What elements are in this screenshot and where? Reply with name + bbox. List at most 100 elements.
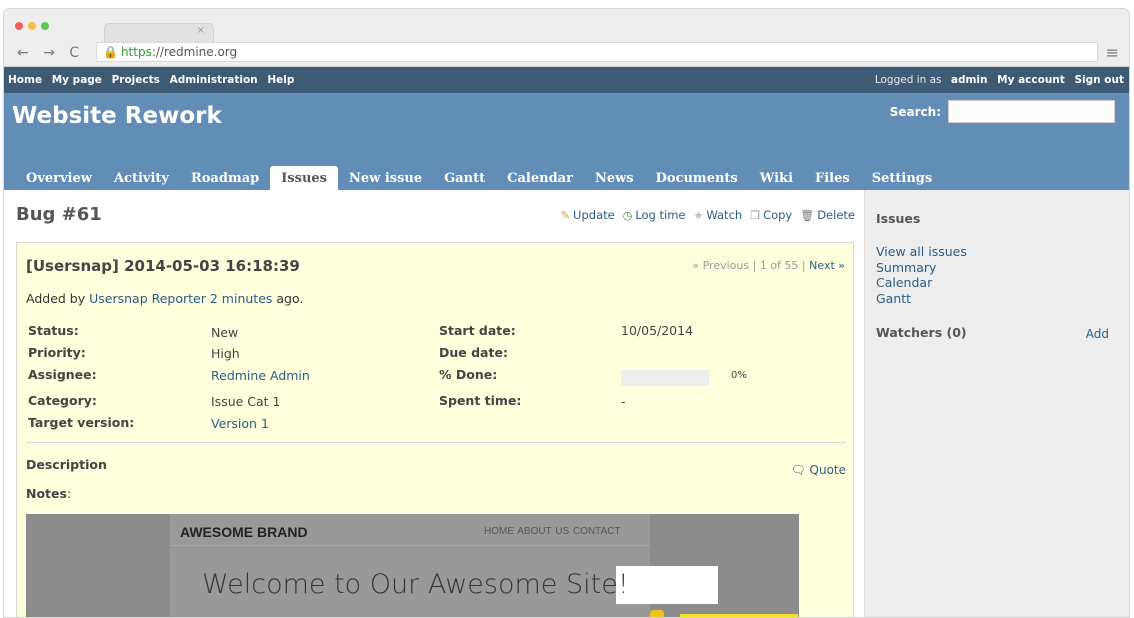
close-window-button[interactable] <box>15 22 23 30</box>
age-link[interactable]: 2 minutes <box>210 291 273 306</box>
browser-nav-buttons[interactable]: ← → C <box>17 45 84 61</box>
notes-label: Notes: <box>26 486 71 501</box>
tab-gantt[interactable]: Gantt <box>433 166 496 190</box>
tab-settings[interactable]: Settings <box>861 166 943 190</box>
watchers-title: Watchers (0) <box>876 325 967 340</box>
attached-screenshot[interactable]: AWESOME BRAND HOME ABOUT US CONTACT Welc… <box>26 514 799 617</box>
screenshot-highlight-box <box>616 566 718 604</box>
clock-icon: ◷ <box>622 208 633 222</box>
next-link[interactable]: Next » <box>809 259 845 272</box>
tab-issues[interactable]: Issues <box>270 166 338 190</box>
target-version-link[interactable]: Version 1 <box>211 416 269 431</box>
target-version-label: Target version: <box>28 415 135 430</box>
headline-part-b: e Site! <box>540 569 629 600</box>
browser-window: × ← → C 🔒 https://redmine.org ≡ Home My p… <box>3 8 1130 618</box>
main-menu: Overview Activity Roadmap Issues New iss… <box>15 166 943 190</box>
address-bar[interactable]: 🔒 https://redmine.org <box>96 42 1098 62</box>
description-label: Description <box>26 457 107 472</box>
attr-row: Priority: High Due date: <box>28 345 848 365</box>
main-area: Bug #61 ✎ Update ◷ Log time ★ Watch ❐ Co… <box>4 190 1129 617</box>
done-progress-bar <box>621 370 709 386</box>
browser-menu-icon[interactable]: ≡ <box>1106 43 1119 62</box>
sidebar-item-calendar[interactable]: Calendar <box>876 275 967 291</box>
notes-label-text: Notes <box>26 486 67 501</box>
done-label: % Done: <box>439 367 498 382</box>
maximize-window-button[interactable] <box>41 22 49 30</box>
copy-link[interactable]: Copy <box>763 208 792 222</box>
trash-icon: 🗑 <box>800 208 815 222</box>
tab-overview[interactable]: Overview <box>15 166 103 190</box>
status-label: Status: <box>28 323 79 338</box>
logged-in-label: Logged in as <box>874 74 942 86</box>
sidebar-item-gantt[interactable]: Gantt <box>876 291 967 307</box>
screenshot-annotation-bar <box>680 614 798 617</box>
logged-in-user[interactable]: admin <box>951 74 988 86</box>
logged-in-status: Logged in as admin <box>875 74 988 86</box>
tab-wiki[interactable]: Wiki <box>749 166 804 190</box>
browser-tab[interactable]: × <box>104 23 214 43</box>
screenshot-nav: HOME ABOUT US CONTACT <box>484 526 621 537</box>
issue-subject: [Usersnap] 2014-05-03 16:18:39 <box>26 257 300 275</box>
lock-icon: 🔒 <box>103 45 118 59</box>
top-menu-my-page[interactable]: My page <box>52 74 102 86</box>
update-link[interactable]: Update <box>573 208 615 222</box>
previous-link[interactable]: « Previous <box>692 259 749 272</box>
tab-files[interactable]: Files <box>804 166 861 190</box>
watch-link[interactable]: Watch <box>706 208 742 222</box>
copy-icon: ❐ <box>750 208 761 222</box>
tab-activity[interactable]: Activity <box>103 166 180 190</box>
top-menu-left: Home My page Projects Administration Hel… <box>8 74 300 86</box>
top-menu-projects[interactable]: Projects <box>112 74 160 86</box>
attr-row: Category: Issue Cat 1 Spent time: - <box>28 393 848 413</box>
tab-calendar[interactable]: Calendar <box>496 166 584 190</box>
screenshot-annotation-marker <box>650 610 664 617</box>
tab-close-icon[interactable]: × <box>197 25 205 36</box>
top-menu-home[interactable]: Home <box>8 74 42 86</box>
browser-toolbar: × ← → C 🔒 https://redmine.org ≡ <box>4 9 1129 67</box>
add-watcher-link[interactable]: Add <box>1086 327 1109 341</box>
log-time-link[interactable]: Log time <box>635 208 685 222</box>
ago-label: ago. <box>276 291 304 306</box>
my-account-link[interactable]: My account <box>997 74 1065 86</box>
url-host: ://redmine.org <box>151 45 238 59</box>
category-label: Category: <box>28 393 97 408</box>
issue-details: [Usersnap] 2014-05-03 16:18:39 « Previou… <box>16 242 854 617</box>
delete-link[interactable]: Delete <box>817 208 855 222</box>
status-value: New <box>211 325 239 340</box>
star-icon: ★ <box>693 208 704 222</box>
sign-out-link[interactable]: Sign out <box>1074 74 1124 86</box>
speech-bubble-icon: 🗨 <box>790 463 806 477</box>
top-menu-right: Logged in as admin My account Sign out <box>875 74 1124 86</box>
due-date-label: Due date: <box>439 345 508 360</box>
screenshot-headline: Welcome to Our Awesome Site! <box>202 569 629 600</box>
sidebar-item-summary[interactable]: Summary <box>876 260 967 276</box>
sidebar-item-view-all-issues[interactable]: View all issues <box>876 244 967 260</box>
quote-label: Quote <box>809 463 846 477</box>
pagination-separator: | <box>752 259 757 272</box>
top-menu-administration[interactable]: Administration <box>170 74 258 86</box>
search-input[interactable] <box>948 100 1115 123</box>
minimize-window-button[interactable] <box>28 22 36 30</box>
sidebar-issues-title: Issues <box>876 211 921 226</box>
issue-title: Bug #61 <box>16 204 102 225</box>
quote-link[interactable]: 🗨 Quote <box>790 463 846 477</box>
issue-pagination: « Previous | 1 of 55 | Next » <box>692 259 845 272</box>
tab-documents[interactable]: Documents <box>645 166 749 190</box>
issue-actions: ✎ Update ◷ Log time ★ Watch ❐ Copy 🗑 Del… <box>556 208 855 222</box>
project-title: Website Rework <box>12 103 222 129</box>
attr-row: Target version: Version 1 <box>28 415 848 435</box>
start-date-label: Start date: <box>439 323 516 338</box>
notes-colon: : <box>66 486 72 501</box>
priority-label: Priority: <box>28 345 86 360</box>
spent-time-value: - <box>621 394 626 409</box>
pencil-icon: ✎ <box>560 208 571 222</box>
pagination-separator: | <box>801 259 806 272</box>
assignee-link[interactable]: Redmine Admin <box>211 368 310 383</box>
added-by-label: Added by <box>26 291 86 306</box>
author-link[interactable]: Usersnap Reporter <box>89 291 206 306</box>
tab-news[interactable]: News <box>584 166 645 190</box>
top-menu-help[interactable]: Help <box>267 74 294 86</box>
issue-author-line: Added by Usersnap Reporter 2 minutes ago… <box>26 291 303 306</box>
tab-roadmap[interactable]: Roadmap <box>180 166 270 190</box>
tab-new-issue[interactable]: New issue <box>338 166 433 190</box>
